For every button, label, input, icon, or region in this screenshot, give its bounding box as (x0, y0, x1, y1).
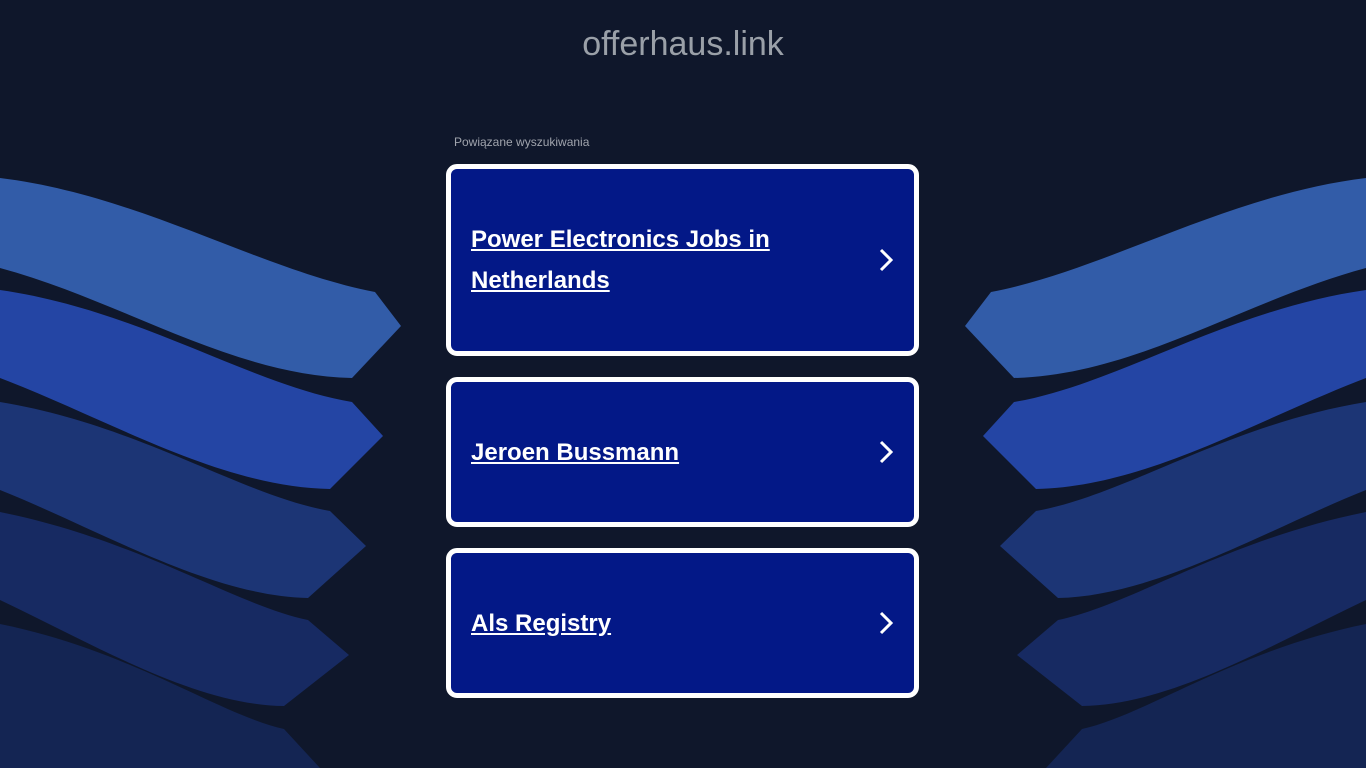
related-search-card-2[interactable]: Jeroen Bussmann (446, 377, 919, 527)
related-search-link-3[interactable]: Als Registry (471, 603, 876, 644)
related-search-link-1[interactable]: Power Electronics Jobs in Netherlands (471, 219, 876, 301)
related-searches-list: Power Electronics Jobs in Netherlands Je… (446, 164, 919, 719)
chevron-right-icon (879, 440, 894, 464)
related-search-link-2[interactable]: Jeroen Bussmann (471, 432, 876, 473)
chevron-right-icon (879, 611, 894, 635)
related-searches-label: Powiązane wyszukiwania (454, 135, 590, 149)
related-search-card-1[interactable]: Power Electronics Jobs in Netherlands (446, 164, 919, 356)
domain-title: offerhaus.link (582, 25, 784, 63)
related-search-card-3[interactable]: Als Registry (446, 548, 919, 698)
chevron-right-icon (879, 248, 894, 272)
